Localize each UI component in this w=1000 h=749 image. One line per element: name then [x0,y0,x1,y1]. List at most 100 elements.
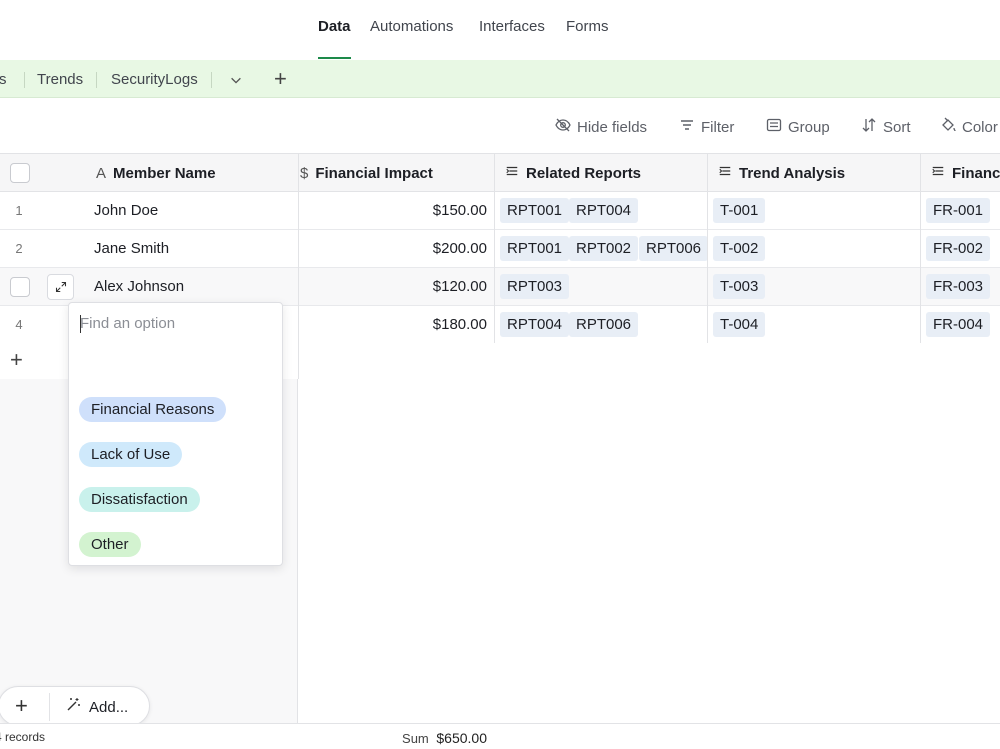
report-chip[interactable]: RPT003 [500,274,570,299]
financial-impact-cell[interactable]: $180.00 [300,316,487,333]
report-chip[interactable]: RPT006 [639,236,709,261]
hide-fields-label: Hide fields [577,118,648,136]
column-header-financial[interactable]: Financi [921,154,1000,193]
currency-field-icon: $ [300,164,309,182]
column-header-financial-impact[interactable]: $ Financial Impact [290,154,495,193]
report-chip[interactable]: RPT004 [500,312,570,337]
column-divider [920,153,921,343]
table-tab-partial[interactable]: s [0,71,7,88]
tab-automations[interactable]: Automations [370,18,453,35]
chevron-down-icon[interactable] [229,69,245,87]
group-icon [766,117,782,137]
add-record-button[interactable]: + [10,347,23,373]
sort-button[interactable]: Sort [861,117,911,137]
hide-fields-button[interactable]: Hide fields [555,117,647,137]
sum-value: $650.00 [436,730,487,746]
summary-footer: 4 records Sum $650.00 [0,723,1000,749]
bottom-action-bar: + Add... [0,686,150,726]
sort-icon [861,117,877,137]
sum-summary[interactable]: Sum $650.00 [300,730,487,746]
trend-chip[interactable]: T-004 [713,312,766,337]
table-row[interactable]: 2 Jane Smith $200.00 RPT001 RPT002 RPT00… [0,230,1000,268]
report-chip[interactable]: RPT002 [569,236,639,261]
color-label: Color [962,118,998,136]
select-all-checkbox[interactable] [10,163,30,183]
add-table-button[interactable]: + [274,66,287,92]
column-divider [707,153,708,343]
link-field-icon [718,155,732,193]
text-field-icon: A [96,164,107,182]
tab-separator [211,72,212,88]
filter-label: Filter [701,118,735,136]
find-option-input[interactable]: Find an option [80,315,175,332]
financial-impact-cell[interactable]: $120.00 [300,278,487,295]
option-lack-of-use[interactable]: Lack of Use [79,442,183,467]
magic-wand-icon [65,697,81,717]
tab-interfaces[interactable]: Interfaces [479,18,545,35]
filter-button[interactable]: Filter [679,117,734,137]
report-chip[interactable]: RPT001 [500,198,570,223]
tab-separator [96,72,97,88]
table-row-hovered[interactable]: Alex Johnson $120.00 RPT003 T-003 FR-003 [0,268,1000,306]
column-header-related-reports[interactable]: Related Reports [495,154,708,193]
report-chip[interactable]: RPT004 [569,198,639,223]
column-header-member-name[interactable]: A Member Name [86,154,298,193]
group-button[interactable]: Group [766,117,830,137]
column-label: Financial Impact [315,164,433,182]
tab-data[interactable]: Data [318,18,351,35]
column-label: Member Name [113,164,216,182]
financial-impact-cell[interactable]: $200.00 [300,240,487,257]
member-name-cell[interactable]: John Doe [94,202,158,219]
financial-chip[interactable]: FR-001 [926,198,991,223]
column-label: Trend Analysis [739,164,846,182]
financial-chip[interactable]: FR-003 [926,274,991,299]
sum-label: Sum [402,731,429,746]
row-number: 2 [15,241,23,256]
sort-label: Sort [883,118,911,136]
header-row: A Member Name $ Financial Impact Related… [0,153,1000,192]
column-divider [298,153,299,379]
trend-chip[interactable]: T-002 [713,236,766,261]
table-row[interactable]: 1 John Doe $150.00 RPT001 RPT004 T-001 F… [0,192,1000,230]
add-label: Add... [89,698,129,716]
add-with-ai-button[interactable]: Add... [65,697,128,717]
add-button[interactable]: + [15,693,28,719]
top-nav: Data Automations Interfaces Forms [0,0,1000,60]
group-label: Group [788,118,830,136]
option-financial-reasons[interactable]: Financial Reasons [79,397,227,422]
column-label: Financi [952,164,1000,182]
color-button[interactable]: Color [940,117,998,137]
row-number: 4 [15,317,23,332]
financial-chip[interactable]: FR-002 [926,236,991,261]
expand-record-button[interactable] [47,274,74,300]
trend-chip[interactable]: T-003 [713,274,766,299]
active-tab-underline [318,57,351,59]
financial-chip[interactable]: FR-004 [926,312,991,337]
column-header-trend-analysis[interactable]: Trend Analysis [708,154,921,193]
financial-impact-cell[interactable]: $150.00 [300,202,487,219]
report-chip[interactable]: RPT001 [500,236,570,261]
tab-forms[interactable]: Forms [566,18,609,35]
filter-icon [679,117,695,137]
table-tab-securitylogs[interactable]: SecurityLogs [111,71,198,88]
paint-bucket-icon [940,117,956,137]
link-field-icon [931,155,945,193]
tab-separator [24,72,25,88]
table-tab-bar: s Trends SecurityLogs + [0,60,1000,98]
option-other[interactable]: Other [79,532,141,557]
link-field-icon [505,155,519,193]
report-chip[interactable]: RPT006 [569,312,639,337]
option-dissatisfaction[interactable]: Dissatisfaction [79,487,200,512]
text-caret [80,315,81,333]
member-name-cell[interactable]: Alex Johnson [94,278,184,295]
option-picker-popup: Find an option Financial Reasons Lack of… [68,302,283,566]
view-toolbar: Hide fields Filter Group Sort Color [0,98,1000,153]
row-checkbox[interactable] [10,277,30,297]
expand-icon [55,281,66,293]
member-name-cell[interactable]: Jane Smith [94,240,169,257]
eye-off-icon [555,117,571,137]
table-tab-trends[interactable]: Trends [37,71,83,88]
column-divider [494,153,495,343]
record-count: 4 records [0,730,46,744]
trend-chip[interactable]: T-001 [713,198,766,223]
